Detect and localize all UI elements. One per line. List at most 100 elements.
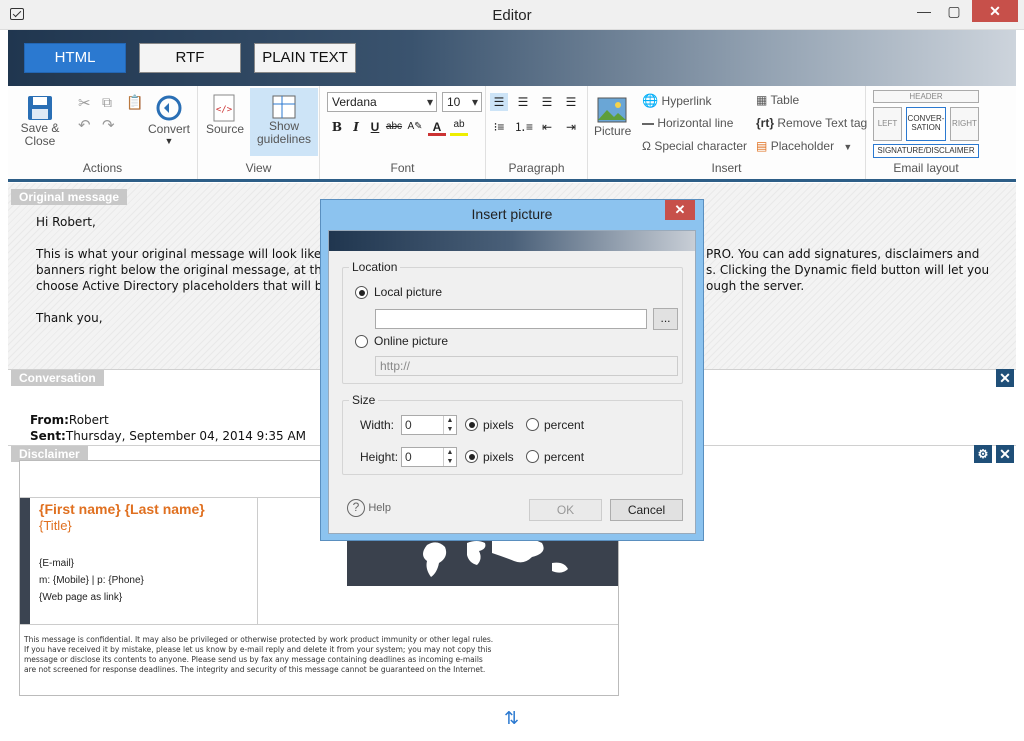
chevron-down-icon: ▼	[843, 142, 853, 152]
disclaimer-settings-icon[interactable]: ⚙	[974, 445, 992, 463]
table-button[interactable]: ▦ Table	[756, 93, 799, 107]
greeting-text: Hi Robert,	[36, 215, 96, 229]
conversation-label: Conversation	[11, 370, 104, 386]
bold-icon[interactable]: B	[328, 118, 346, 136]
ribbon: Save & Close ✂ ⧉ 📋 ↶ ↷ Convert ▼ Actions…	[8, 86, 1016, 182]
special-character-button[interactable]: Ω Special character	[642, 139, 747, 153]
align-left-icon[interactable]: ☰	[490, 93, 508, 111]
decrease-indent-icon[interactable]: ⇤	[538, 118, 556, 136]
tab-plain-text[interactable]: PLAIN TEXT	[254, 43, 356, 73]
convert-icon	[156, 95, 182, 121]
paragraph-group: ☰ ☰ ☰ ☰ ⁝≡ ⒈≡ ⇤ ⇥ Paragraph	[486, 86, 588, 179]
increase-indent-icon[interactable]: ⇥	[562, 118, 580, 136]
special-character-icon: Ω	[642, 139, 651, 153]
italic-icon[interactable]: I	[347, 118, 365, 136]
cancel-button[interactable]: Cancel	[610, 499, 683, 521]
source-code-icon: </>	[213, 94, 235, 122]
paste-icon[interactable]: 📋	[126, 94, 143, 111]
svg-text:</>: </>	[216, 105, 233, 115]
picture-button[interactable]: Picture	[594, 96, 631, 138]
browse-button[interactable]: ...	[653, 308, 678, 330]
disclaimer-text: This message is confidential. It may als…	[24, 635, 494, 674]
height-stepper[interactable]: 0 ▲ ▼	[401, 447, 457, 467]
source-button[interactable]: </> Source	[206, 94, 244, 136]
clear-format-icon[interactable]: A✎	[406, 118, 424, 136]
window-title: Editor	[492, 7, 532, 24]
width-pixels-radio[interactable]	[465, 418, 478, 431]
signature-phone: m: {Mobile} | p: {Phone}	[39, 575, 144, 586]
local-picture-radio[interactable]	[355, 286, 368, 299]
layout-left[interactable]: LEFT	[873, 107, 902, 141]
justify-icon[interactable]: ☰	[562, 93, 580, 111]
format-tab-band: HTML RTF PLAIN TEXT	[8, 30, 1016, 86]
closing-text: Thank you,	[36, 311, 103, 325]
layout-right[interactable]: RIGHT	[950, 107, 979, 141]
align-right-icon[interactable]: ☰	[538, 93, 556, 111]
font-color-icon[interactable]: A	[428, 118, 446, 136]
tab-html[interactable]: HTML	[24, 43, 126, 73]
horizontal-line-icon	[642, 122, 654, 125]
actions-group: Save & Close ✂ ⧉ 📋 ↶ ↷ Convert ▼ Actions	[8, 86, 198, 179]
numbered-list-icon[interactable]: ⒈≡	[514, 118, 533, 136]
save-close-button[interactable]: Save & Close	[18, 94, 62, 148]
font-size-select[interactable]: 10	[442, 92, 482, 112]
stepper-arrows-icon[interactable]: ▲ ▼	[443, 448, 456, 466]
insert-picture-dialog: Insert picture ✕ Location Local picture …	[320, 199, 704, 541]
chevron-down-icon: ▼	[164, 136, 174, 146]
hyperlink-button[interactable]: 🌐 Hyperlink	[642, 93, 712, 109]
copy-icon[interactable]: ⧉	[102, 94, 112, 111]
maximize-button[interactable]: ▢	[940, 0, 968, 22]
disclaimer-close-icon[interactable]: ✕	[996, 445, 1014, 463]
placeholder-button[interactable]: ▤ Placeholder ▼	[756, 139, 852, 153]
signature-name: {First name} {Last name}	[39, 501, 205, 517]
online-url-input[interactable]: http://	[375, 356, 678, 376]
help-link[interactable]: ? Help	[347, 499, 391, 517]
ok-button[interactable]: OK	[529, 499, 602, 521]
width-stepper[interactable]: 0 ▲ ▼	[401, 415, 457, 435]
close-window-button[interactable]: ✕	[972, 0, 1018, 22]
sent-line: Sent:Thursday, September 04, 2014 9:35 A…	[30, 429, 307, 443]
minimize-button[interactable]: —	[910, 0, 938, 22]
email-layout-group: HEADER LEFT CONVER- SATION RIGHT SIGNATU…	[866, 86, 1016, 179]
height-pixels-radio[interactable]	[465, 450, 478, 463]
picture-icon	[597, 97, 627, 123]
conversation-close-icon[interactable]: ✕	[996, 369, 1014, 387]
from-line: From:Robert	[30, 413, 109, 427]
underline-icon[interactable]: U	[366, 118, 384, 136]
layout-conversation[interactable]: CONVER- SATION	[906, 107, 946, 141]
local-path-input[interactable]	[375, 309, 647, 329]
cut-icon[interactable]: ✂	[78, 94, 91, 112]
show-guidelines-button[interactable]: Show guidelines	[250, 88, 318, 156]
strikethrough-icon[interactable]: abc	[385, 118, 403, 136]
save-disk-icon	[28, 96, 52, 120]
redo-icon[interactable]: ↷	[102, 116, 115, 134]
tab-rtf[interactable]: RTF	[139, 43, 241, 73]
help-icon: ?	[347, 499, 365, 517]
original-message-label: Original message	[11, 189, 128, 205]
width-percent-radio[interactable]	[526, 418, 539, 431]
placeholder-icon: ▤	[756, 139, 768, 153]
online-picture-radio[interactable]	[355, 335, 368, 348]
remove-text-tag-button[interactable]: {rt} Remove Text tag	[756, 116, 867, 130]
stepper-arrows-icon[interactable]: ▲ ▼	[443, 416, 456, 434]
layout-header[interactable]: HEADER	[873, 90, 979, 103]
swap-layout-icon[interactable]: ⇅	[504, 708, 519, 729]
title-bar: Editor — ▢ ✕	[0, 0, 1024, 30]
highlight-icon[interactable]: ab	[450, 116, 468, 136]
horizontal-line-button[interactable]: Horizontal line	[642, 116, 733, 130]
font-family-select[interactable]: Verdana	[327, 92, 437, 112]
view-group: </> Source Show guidelines View	[198, 86, 320, 179]
signature-email: {E-mail}	[39, 558, 75, 569]
globe-link-icon: 🌐	[642, 93, 659, 108]
signature-web: {Web page as link}	[39, 592, 123, 603]
dialog-body: Location Local picture ... Online pictur…	[328, 230, 696, 534]
insert-group: Picture 🌐 Hyperlink Horizontal line Ω Sp…	[588, 86, 867, 179]
font-group: Verdana 10 B I U abc A✎ A ab Font	[320, 86, 486, 179]
align-center-icon[interactable]: ☰	[514, 93, 532, 111]
dialog-close-button[interactable]: ✕	[665, 200, 695, 220]
convert-button[interactable]: Convert ▼	[146, 94, 192, 146]
layout-signature-disclaimer[interactable]: SIGNATURE/DISCLAIMER	[873, 144, 979, 158]
height-percent-radio[interactable]	[526, 450, 539, 463]
bullet-list-icon[interactable]: ⁝≡	[490, 118, 508, 136]
undo-icon[interactable]: ↶	[78, 116, 91, 134]
